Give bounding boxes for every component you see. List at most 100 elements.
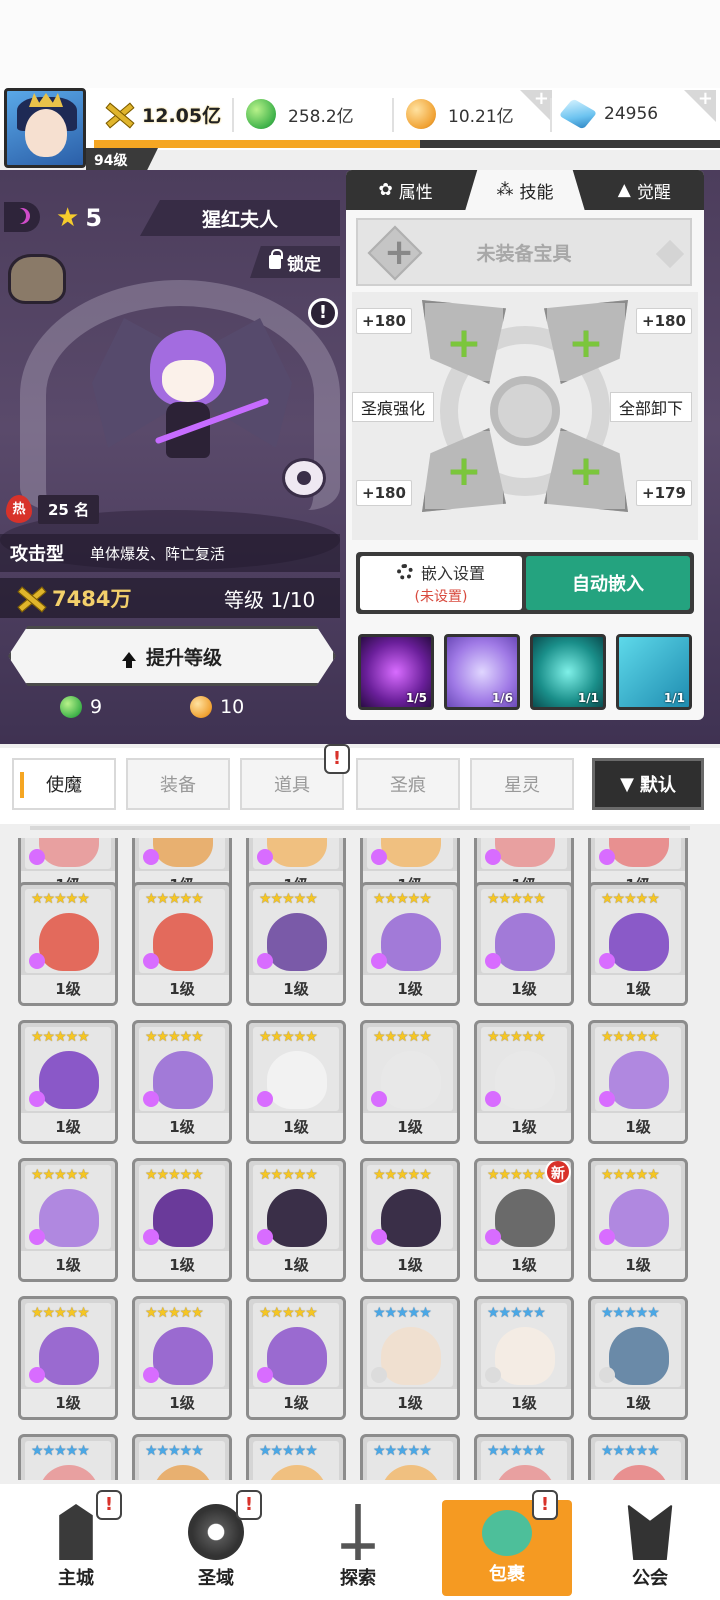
stigma-bonus: +180: [356, 308, 412, 334]
nav-guild[interactable]: 公会: [580, 1484, 720, 1600]
familiar-level: 1级: [249, 1389, 343, 1417]
rarity-stars-icon: ★★★★★: [259, 1029, 318, 1045]
new-badge-icon: 新: [545, 1161, 571, 1185]
familiar-card[interactable]: ★★★★★1级: [588, 1158, 688, 1282]
familiar-character-icon: [153, 1189, 213, 1247]
sort-dropdown[interactable]: ▼ 默认: [592, 758, 704, 810]
familiar-card[interactable]: ★★★★★1级: [132, 1434, 232, 1480]
smile-aura-skill-icon[interactable]: 1/1: [530, 634, 606, 710]
player-avatar[interactable]: [4, 88, 86, 168]
hero-star-count: 5: [85, 204, 103, 232]
category-familiars[interactable]: 使魔: [12, 758, 116, 810]
info-alert-icon[interactable]: !: [308, 298, 338, 328]
familiar-card[interactable]: ★★★★★1级: [246, 882, 346, 1006]
tab-attributes[interactable]: ✿ 属性: [346, 170, 465, 210]
moon-element-icon: [4, 202, 40, 232]
category-equipment[interactable]: 装备: [126, 758, 230, 810]
stigma-core: [490, 376, 560, 446]
element-orb-icon: [371, 953, 387, 969]
familiar-card[interactable]: ★★★★★1级: [132, 882, 232, 1006]
element-orb-icon: [143, 953, 159, 969]
element-orb-icon: [371, 1229, 387, 1245]
rarity-stars-icon: ★★★★★: [373, 891, 432, 907]
rarity-stars-icon: ★★★★★: [31, 1167, 90, 1183]
view-eye-icon[interactable]: [282, 458, 326, 498]
hero-power: 7484万: [52, 587, 132, 611]
familiar-card[interactable]: ★★★★★1级: [588, 1434, 688, 1480]
familiar-card[interactable]: ★★★★★ 1级 新: [474, 1158, 574, 1282]
treasure-slot[interactable]: + 未装备宝具: [356, 218, 692, 286]
nav-main-city[interactable]: 主城: [6, 1484, 146, 1600]
element-orb-icon: [257, 953, 273, 969]
tab-skills[interactable]: ⁂ 技能: [465, 170, 585, 210]
upgrade-label: 提升等级: [145, 646, 222, 669]
familiar-card[interactable]: ★★★★★1级: [246, 1434, 346, 1480]
familiar-card[interactable]: ★★★★★1级: [588, 1020, 688, 1144]
element-orb-icon: [257, 849, 273, 865]
category-stigma[interactable]: 圣痕: [356, 758, 460, 810]
familiar-card[interactable]: ★★★★★1级: [18, 1158, 118, 1282]
familiar-character-icon: [495, 913, 555, 971]
element-orb-icon: [485, 953, 501, 969]
familiar-card[interactable]: ★★★★★1级: [360, 1296, 460, 1420]
lock-label: 锁定: [287, 254, 321, 275]
familiar-level: 1级: [135, 1389, 229, 1417]
hero-type-row: 攻击型 单体爆发、阵亡复活: [0, 534, 340, 572]
familiar-card[interactable]: ★★★★★1级: [132, 1296, 232, 1420]
familiar-level: 1级: [477, 1389, 571, 1417]
multi-plus-skill-icon[interactable]: 1/1: [616, 634, 692, 710]
familiar-card[interactable]: ★★★★★1级: [132, 1020, 232, 1144]
familiar-card[interactable]: ★★★★★1级: [18, 1434, 118, 1480]
cross-strike-skill-icon[interactable]: 1/6: [444, 634, 520, 710]
rarity-stars-icon: ★★★★★: [373, 1167, 432, 1183]
familiar-character-icon: [381, 1189, 441, 1247]
familiar-card[interactable]: ★★★★★1级: [588, 882, 688, 1006]
familiar-card[interactable]: ★★★★★1级: [474, 1296, 574, 1420]
element-orb-icon: [257, 1091, 273, 1107]
familiar-card[interactable]: ★★★★★1级: [18, 1296, 118, 1420]
element-orb-icon: [599, 953, 615, 969]
stigma-bonus: +179: [636, 480, 692, 506]
category-spirits[interactable]: 星灵: [470, 758, 574, 810]
lock-button[interactable]: 锁定: [250, 246, 340, 278]
familiar-character-icon: [39, 913, 99, 971]
nav-sanctuary[interactable]: 圣域: [146, 1484, 286, 1600]
familiar-card[interactable]: ★★★★★1级: [360, 1158, 460, 1282]
embed-settings-button[interactable]: 嵌入设置 (未设置): [360, 556, 522, 610]
familiar-card[interactable]: ★★★★★1级: [132, 1158, 232, 1282]
rarity-stars-icon: ★★★★★: [31, 1443, 90, 1459]
demon-skull-skill-icon[interactable]: 1/5: [358, 634, 434, 710]
nav-explore[interactable]: 探索: [288, 1484, 428, 1600]
gold-coin-display: 10.21亿: [406, 96, 514, 132]
familiar-card[interactable]: ★★★★★1级: [588, 1296, 688, 1420]
inventory-grid: ★★★★★ 1级 ★★★★★ 1级 ★★★★★ 1级 ★★★★★ 1级 ★★★★★ 1级 ★★★★★…: [0, 838, 720, 1480]
familiar-level: 1级: [591, 1251, 685, 1279]
familiar-card[interactable]: ★★★★★1级: [474, 882, 574, 1006]
familiar-card[interactable]: ★★★★★1级: [360, 882, 460, 1006]
familiar-card[interactable]: ★★★★★1级: [246, 1020, 346, 1144]
tab-awaken[interactable]: ▲ 觉醒: [585, 170, 704, 210]
familiar-card[interactable]: ★★★★★1级: [360, 1020, 460, 1144]
familiar-card[interactable]: ★★★★★1级: [18, 1020, 118, 1144]
triangle-down-icon: ▼: [620, 773, 634, 795]
familiar-card[interactable]: ★★★★★1级: [474, 1434, 574, 1480]
rarity-stars-icon: ★★★★★: [373, 1029, 432, 1045]
familiar-card[interactable]: ★★★★★1级: [474, 1020, 574, 1144]
familiar-card[interactable]: ★★★★★1级: [360, 1434, 460, 1480]
familiar-character-icon: [609, 1051, 669, 1109]
green-orb-display: 258.2亿: [246, 96, 354, 132]
skill-list: 1/5 1/6 1/1 1/1: [358, 634, 692, 710]
stigma-enhance-button[interactable]: 圣痕强化: [352, 392, 435, 422]
gem-icon: [558, 98, 598, 130]
familiar-card[interactable]: ★★★★★1级: [246, 1158, 346, 1282]
unequip-all-button[interactable]: 全部卸下: [610, 392, 693, 422]
auto-embed-button[interactable]: 自动嵌入: [526, 556, 690, 610]
nav-label: 圣域: [198, 1568, 234, 1589]
element-orb-icon: [371, 1091, 387, 1107]
familiar-card[interactable]: ★★★★★1级: [246, 1296, 346, 1420]
upgrade-level-button[interactable]: 提升等级: [8, 626, 336, 686]
familiar-level: 1级: [249, 975, 343, 1003]
relic-lock-icon[interactable]: [8, 254, 66, 304]
familiar-card[interactable]: ★★★★★1级: [18, 882, 118, 1006]
hero-description: 单体爆发、阵亡复活: [90, 544, 226, 563]
